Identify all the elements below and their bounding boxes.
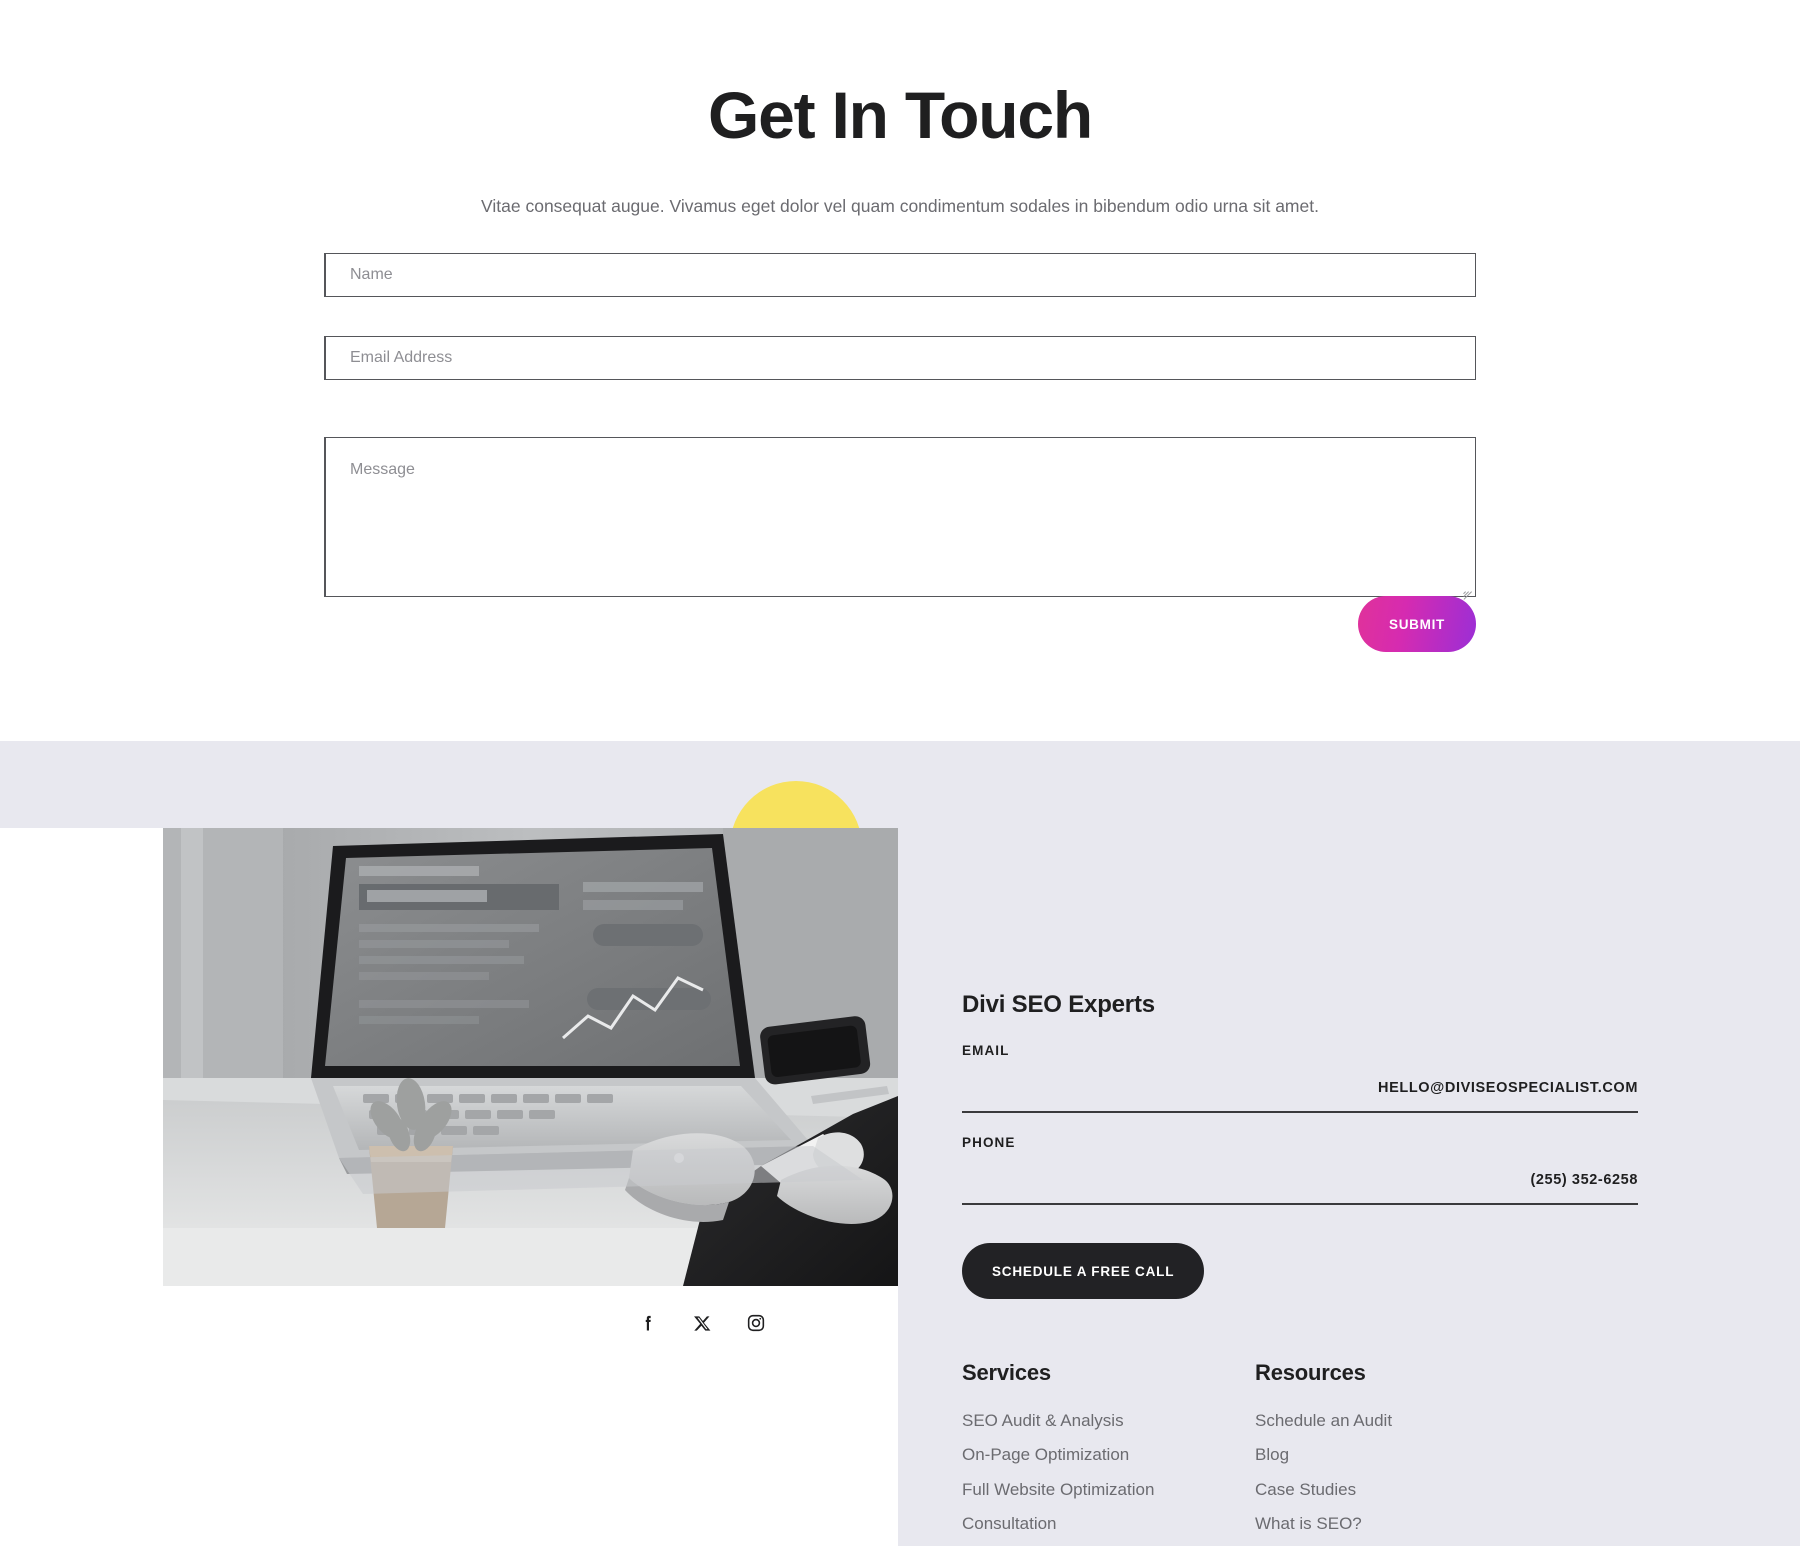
services-column: Services SEO Audit & Analysis On-Page Op… (962, 1360, 1255, 1546)
office-photo (163, 828, 898, 1286)
email-block: EMAIL HELLO@DIVISEOSPECIALIST.COM (962, 1043, 1638, 1113)
resource-link[interactable]: What is SEO? (1255, 1511, 1548, 1537)
contact-form-section: Get In Touch Vitae consequat augue. Viva… (0, 0, 1800, 741)
email-value[interactable]: HELLO@DIVISEOSPECIALIST.COM (962, 1080, 1638, 1113)
page-title: Get In Touch (707, 78, 1093, 152)
phone-block: PHONE (255) 352-6258 (962, 1135, 1638, 1205)
resource-link[interactable]: Schedule an Audit (1255, 1408, 1548, 1434)
page-subtitle: Vitae consequat augue. Vivamus eget dolo… (481, 196, 1319, 216)
resources-column: Resources Schedule an Audit Blog Case St… (1255, 1360, 1548, 1546)
footer-links: Services SEO Audit & Analysis On-Page Op… (962, 1360, 1638, 1546)
submit-button[interactable]: SUBMIT (1358, 596, 1476, 652)
x-twitter-icon[interactable] (690, 1311, 714, 1335)
phone-value[interactable]: (255) 352-6258 (962, 1172, 1638, 1205)
service-link[interactable]: On-Page Optimization (962, 1442, 1255, 1468)
resource-link[interactable]: Blog (1255, 1442, 1548, 1468)
footer-section: Divi SEO Experts EMAIL HELLO@DIVISEOSPEC… (0, 741, 1800, 1546)
schedule-call-button[interactable]: SCHEDULE A FREE CALL (962, 1243, 1205, 1299)
message-field-wrapper (324, 437, 1476, 600)
service-link[interactable]: SEO Audit & Analysis (962, 1408, 1255, 1434)
name-input[interactable] (324, 253, 1476, 297)
submit-row: SUBMIT (324, 596, 1476, 652)
instagram-icon[interactable] (744, 1311, 768, 1335)
facebook-icon[interactable] (636, 1311, 660, 1335)
service-link[interactable]: Consultation (962, 1511, 1255, 1537)
contact-form (324, 253, 1476, 600)
office-photo-illustration (163, 828, 898, 1286)
message-textarea[interactable] (324, 437, 1476, 597)
service-link[interactable]: Full Website Optimization (962, 1477, 1255, 1503)
email-label: EMAIL (962, 1043, 1010, 1058)
phone-label: PHONE (962, 1135, 1016, 1150)
social-links (163, 1311, 898, 1335)
page-root: Get In Touch Vitae consequat augue. Viva… (0, 0, 1800, 1546)
services-heading: Services (962, 1360, 1051, 1385)
resource-link[interactable]: Case Studies (1255, 1477, 1548, 1503)
brand-name: Divi SEO Experts (962, 991, 1155, 1018)
resources-heading: Resources (1255, 1360, 1366, 1385)
email-input[interactable] (324, 336, 1476, 380)
